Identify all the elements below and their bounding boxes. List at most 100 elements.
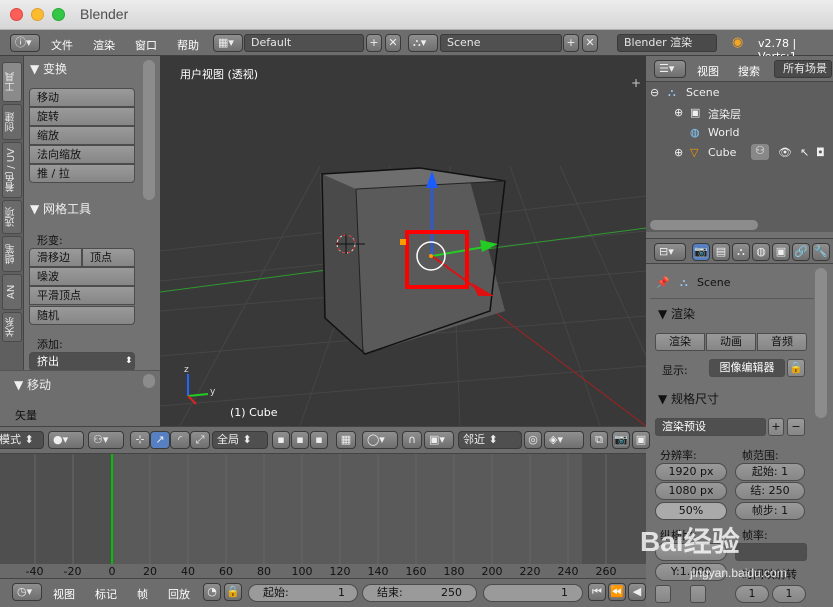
- normal-scale-button[interactable]: 法向缩放: [29, 145, 135, 164]
- frame-end-field[interactable]: 结: 250: [735, 482, 805, 500]
- start-frame-field[interactable]: 起始: 1: [248, 584, 358, 602]
- pin-icon[interactable]: 📌: [656, 276, 670, 289]
- viewport-extra-icon[interactable]: ▣: [632, 431, 650, 449]
- move-operator-header[interactable]: ▼ 移动: [14, 376, 51, 393]
- current-frame-field[interactable]: 1: [483, 584, 583, 602]
- resolution-y-field[interactable]: 1080 px: [655, 482, 727, 500]
- frame-rate-select[interactable]: [735, 543, 807, 561]
- render-camera-icon[interactable]: ◘: [816, 146, 825, 159]
- scene-icon[interactable]: ⛬▾: [408, 34, 438, 52]
- border-checkbox[interactable]: [655, 585, 671, 603]
- timeline-menu-view[interactable]: 视图: [53, 586, 75, 602]
- randomize-button[interactable]: 随机: [29, 306, 135, 325]
- scene-field[interactable]: Scene: [440, 34, 562, 52]
- translate-manipulator-icon[interactable]: ↗: [150, 431, 170, 449]
- properties-scrollbar[interactable]: [815, 268, 827, 418]
- operator-scrollbar[interactable]: [143, 374, 155, 388]
- menu-help[interactable]: 帮助: [177, 37, 199, 53]
- selectable-cursor-icon[interactable]: ↖: [800, 146, 809, 159]
- scale-button[interactable]: 缩放: [29, 126, 135, 145]
- properties-toggle-icon[interactable]: +: [631, 76, 641, 90]
- render-context-icon[interactable]: 📷: [692, 243, 710, 261]
- time-remap-new-field[interactable]: 1: [772, 585, 806, 603]
- resolution-percentage-field[interactable]: 50%: [655, 502, 727, 520]
- frame-start-field[interactable]: 起始: 1: [735, 463, 805, 481]
- tab-an[interactable]: AN: [2, 274, 22, 310]
- smooth-vertex-button[interactable]: 平滑顶点: [29, 286, 135, 305]
- rotate-button[interactable]: 旋转: [29, 107, 135, 126]
- render-preset-select[interactable]: 渲染预设: [655, 418, 766, 436]
- rotate-manipulator-icon[interactable]: ◜: [170, 431, 190, 449]
- preview-range-lock-icon[interactable]: 🔒: [224, 583, 242, 601]
- crop-checkbox[interactable]: [690, 585, 706, 603]
- editor-type-info-icon[interactable]: ⓘ▾: [10, 34, 40, 52]
- menu-file[interactable]: 文件: [51, 37, 73, 53]
- visibility-eye-icon[interactable]: 👁: [778, 146, 792, 159]
- end-frame-field[interactable]: 结束: 250: [362, 584, 477, 602]
- object-context-icon[interactable]: ▣: [772, 243, 790, 261]
- outliner-row-scene[interactable]: Scene: [686, 86, 720, 99]
- layer-icon-1[interactable]: ▪: [272, 431, 290, 449]
- tab-options[interactable]: 选项: [2, 200, 22, 234]
- jump-start-icon[interactable]: ⏮: [588, 583, 606, 601]
- modifiers-context-icon[interactable]: 🔧: [812, 243, 830, 261]
- render-layers-context-icon[interactable]: ▤: [712, 243, 730, 261]
- remove-scene-icon[interactable]: ✕: [582, 34, 598, 52]
- mesh-tools-panel-header[interactable]: ▼ 网格工具: [30, 200, 91, 217]
- outliner-menu-view[interactable]: 视图: [697, 63, 719, 79]
- dimensions-panel-header[interactable]: ▼ 规格尺寸: [658, 390, 719, 407]
- manipulator-toggle-icon[interactable]: ⊹: [130, 431, 150, 449]
- outliner-display-mode[interactable]: 所有场景: [774, 60, 832, 78]
- timeline-editor-type-icon[interactable]: ◷▾: [12, 583, 42, 601]
- outliner-row-cube[interactable]: Cube: [708, 146, 736, 159]
- viewport-shading-icon[interactable]: ●▾: [48, 431, 84, 449]
- menu-window[interactable]: 窗口: [135, 37, 157, 53]
- render-image-button[interactable]: 渲染: [655, 333, 705, 351]
- layers-grid-icon[interactable]: ▦: [336, 431, 356, 449]
- constraints-context-icon[interactable]: 🔗: [792, 243, 810, 261]
- push-pull-button[interactable]: 推 / 拉: [29, 164, 135, 183]
- tab-tools[interactable]: 工具: [2, 62, 22, 102]
- screen-layout-field[interactable]: Default: [244, 34, 364, 52]
- remove-preset-icon[interactable]: −: [787, 418, 805, 436]
- outliner-row-render-layers[interactable]: 渲染层: [708, 106, 741, 122]
- move-button[interactable]: 移动: [29, 88, 135, 107]
- add-screen-icon[interactable]: +: [366, 34, 382, 52]
- outliner-menu-search[interactable]: 搜索: [738, 63, 760, 79]
- tab-relations[interactable]: 关系: [2, 312, 22, 342]
- snap-align-icon[interactable]: ◎: [524, 431, 542, 449]
- close-window-button[interactable]: [10, 8, 23, 21]
- mesh-data-icon[interactable]: ⚇: [751, 144, 769, 160]
- resolution-x-field[interactable]: 1920 px: [655, 463, 727, 481]
- transform-panel-header[interactable]: ▼ 变换: [30, 60, 67, 77]
- collapse-icon[interactable]: ⊖: [650, 86, 659, 99]
- timeline-menu-marker[interactable]: 标记: [95, 586, 117, 602]
- tool-shelf-scrollbar[interactable]: [143, 60, 155, 200]
- layer-icon-3[interactable]: ▪: [310, 431, 328, 449]
- snap-magnet-icon[interactable]: ∩: [402, 431, 422, 449]
- layer-icon-2[interactable]: ▪: [291, 431, 309, 449]
- timeline-menu-frame[interactable]: 帧: [137, 586, 148, 602]
- display-mode-select[interactable]: 图像编辑器: [709, 359, 785, 377]
- render-panel-header[interactable]: ▼ 渲染: [658, 305, 695, 322]
- remove-screen-icon[interactable]: ✕: [385, 34, 401, 52]
- tab-shading-uv[interactable]: 着色 / UV: [2, 142, 22, 198]
- frame-step-field[interactable]: 帧步: 1: [735, 502, 805, 520]
- x-gizmo-arrow[interactable]: [480, 240, 498, 252]
- proportional-edit-icon[interactable]: ◯▾: [362, 431, 398, 449]
- render-animation-button[interactable]: 动画: [706, 333, 756, 351]
- tab-create[interactable]: 创建: [2, 104, 22, 140]
- scene-context-icon[interactable]: ⛬: [732, 243, 750, 261]
- prev-keyframe-icon[interactable]: ⏪: [608, 583, 626, 601]
- timeline-menu-playback[interactable]: 回放: [168, 586, 190, 602]
- slide-edge-button[interactable]: 滑移边: [29, 248, 82, 267]
- minimize-window-button[interactable]: [31, 8, 44, 21]
- extrude-select[interactable]: 挤出: [29, 352, 135, 371]
- expand-cube-icon[interactable]: ⊕: [674, 146, 683, 159]
- snap-element-icon[interactable]: ▣▾: [424, 431, 454, 449]
- pivot-point-icon[interactable]: ⚇▾: [88, 431, 124, 449]
- menu-render[interactable]: 渲染: [93, 37, 115, 53]
- noise-button[interactable]: 噪波: [29, 267, 135, 286]
- slide-vertex-button[interactable]: 顶点: [82, 248, 135, 267]
- screen-layout-icon[interactable]: ▦▾: [213, 34, 243, 52]
